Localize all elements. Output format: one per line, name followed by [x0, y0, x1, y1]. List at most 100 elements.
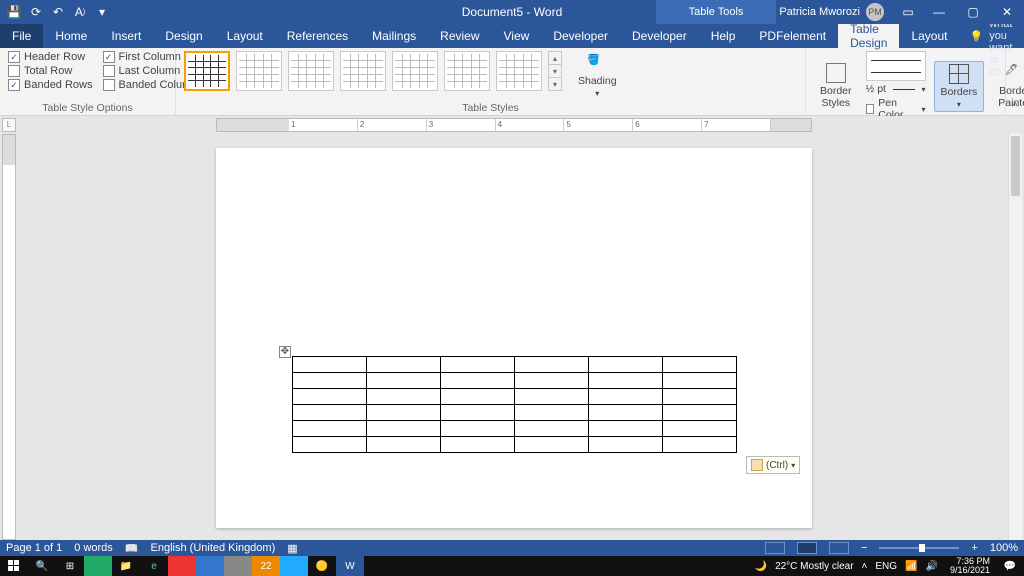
edge-icon[interactable]: e — [140, 556, 168, 576]
titlebar: 💾 ⟳ ↶ A) ▾ Document5 - Word Table Tools … — [0, 0, 1024, 24]
tray-chevron-icon[interactable]: ˄ — [862, 561, 868, 572]
spellcheck-icon[interactable]: 📖 — [125, 542, 139, 555]
document-table[interactable] — [292, 356, 737, 453]
system-tray[interactable]: 🌙 22°C Mostly clear ˄ ENG 📶 🔊 — [749, 561, 944, 572]
group-table-style-options: ✓Header Row Total Row ✓Banded Rows ✓Firs… — [0, 48, 176, 115]
document-page[interactable] — [216, 148, 812, 528]
user-account[interactable]: Patricia Mworozi PM — [779, 3, 884, 21]
view-read-mode[interactable] — [765, 542, 785, 554]
taskbar-app[interactable] — [84, 556, 112, 576]
qat-more-icon[interactable]: ▾ — [94, 4, 110, 20]
start-button[interactable] — [0, 556, 28, 576]
tab-mailings[interactable]: Mailings — [360, 24, 428, 48]
tray-lang[interactable]: ENG — [875, 561, 897, 572]
tab-table-design[interactable]: Table Design — [838, 24, 899, 48]
word-taskbar-icon[interactable]: W — [336, 556, 364, 576]
font-style-icon[interactable]: A) — [72, 4, 88, 20]
style-thumb-5[interactable] — [392, 51, 438, 91]
styles-gallery-more[interactable]: ▴▾▾ — [548, 51, 562, 91]
tab-pdfelement[interactable]: PDFelement — [747, 24, 838, 48]
vertical-ruler[interactable] — [2, 134, 16, 540]
style-thumb-3[interactable] — [288, 51, 334, 91]
context-tab-label: Table Tools — [656, 0, 776, 24]
zoom-in-icon[interactable]: + — [971, 542, 977, 554]
ribbon-display-icon[interactable]: ▭ — [894, 0, 922, 24]
zoom-slider[interactable] — [879, 547, 959, 549]
search-icon[interactable]: 🔍 — [28, 556, 56, 576]
close-icon[interactable]: ✕ — [990, 0, 1024, 24]
view-web-layout[interactable] — [829, 542, 849, 554]
weather-text: 22°C Mostly clear — [775, 561, 853, 572]
status-page[interactable]: Page 1 of 1 — [6, 542, 62, 554]
chk-total-row[interactable]: Total Row — [8, 65, 93, 77]
table-move-handle[interactable]: ✥ — [279, 346, 291, 358]
tab-developer[interactable]: Developer — [541, 24, 620, 48]
taskbar-app[interactable] — [280, 556, 308, 576]
notifications-icon[interactable]: 💬 — [996, 556, 1024, 576]
shading-button[interactable]: 🪣 Shading ▾ — [572, 51, 623, 100]
ribbon-tabs: File Home Insert Design Layout Reference… — [0, 24, 1024, 48]
tab-layout[interactable]: Layout — [215, 24, 275, 48]
taskbar-app[interactable] — [196, 556, 224, 576]
tab-home[interactable]: Home — [43, 24, 99, 48]
collapse-ribbon-icon[interactable]: ˄ — [1006, 48, 1024, 115]
lightbulb-icon: 💡 — [969, 30, 983, 43]
clock[interactable]: 7:36 PM 9/16/2021 — [944, 557, 996, 575]
tab-insert[interactable]: Insert — [99, 24, 153, 48]
tab-help[interactable]: Help — [699, 24, 748, 48]
style-thumb-2[interactable] — [236, 51, 282, 91]
line-style-dropdown[interactable] — [866, 51, 926, 81]
wifi-icon[interactable]: 📶 — [905, 561, 917, 572]
taskbar: 🔍 ⊞ 📁 e 22 🟡 W 🌙 22°C Mostly clear ˄ ENG… — [0, 556, 1024, 576]
clipboard-icon — [751, 459, 763, 471]
table-row — [293, 421, 737, 437]
sync-icon[interactable]: ⟳ — [28, 4, 44, 20]
view-print-layout[interactable] — [797, 542, 817, 554]
task-view-icon[interactable]: ⊞ — [56, 556, 84, 576]
table-row — [293, 389, 737, 405]
tab-references[interactable]: References — [275, 24, 360, 48]
chrome-icon[interactable]: 🟡 — [308, 556, 336, 576]
style-thumb-6[interactable] — [444, 51, 490, 91]
tab-view[interactable]: View — [492, 24, 542, 48]
save-icon[interactable]: 💾 — [6, 4, 22, 20]
horizontal-ruler[interactable]: 1 2 3 4 5 6 7 — [216, 118, 812, 132]
table-row — [293, 357, 737, 373]
macro-icon[interactable]: ▦ — [287, 542, 297, 555]
group-label-tso: Table Style Options — [8, 101, 167, 114]
chk-header-row[interactable]: ✓Header Row — [8, 51, 93, 63]
ribbon: ✓Header Row Total Row ✓Banded Rows ✓Firs… — [0, 48, 1024, 116]
tell-me-search[interactable]: 💡Tell me what you want to do — [959, 24, 1022, 48]
maximize-icon[interactable]: ▢ — [956, 0, 990, 24]
table-row — [293, 405, 737, 421]
undo-icon[interactable]: ↶ — [50, 4, 66, 20]
borders-button[interactable]: Borders ▾ — [934, 61, 985, 112]
style-thumb-7[interactable] — [496, 51, 542, 91]
taskbar-app[interactable] — [224, 556, 252, 576]
chk-banded-rows[interactable]: ✓Banded Rows — [8, 79, 93, 91]
paste-options-button[interactable]: (Ctrl) ▾ — [746, 456, 800, 474]
volume-icon[interactable]: 🔊 — [926, 561, 938, 572]
border-styles-icon — [826, 63, 846, 83]
status-words[interactable]: 0 words — [74, 542, 113, 554]
tab-table-layout[interactable]: Layout — [899, 24, 959, 48]
zoom-out-icon[interactable]: − — [861, 542, 867, 554]
tab-review[interactable]: Review — [428, 24, 491, 48]
vertical-scrollbar[interactable] — [1008, 134, 1022, 540]
pen-weight-dropdown[interactable]: ½ pt▾ — [866, 83, 926, 95]
scrollbar-thumb[interactable] — [1011, 136, 1020, 196]
tab-selector[interactable]: L — [2, 118, 16, 132]
table-styles-gallery[interactable]: ▴▾▾ — [184, 51, 562, 91]
taskbar-app[interactable]: 22 — [252, 556, 280, 576]
file-explorer-icon[interactable]: 📁 — [112, 556, 140, 576]
tab-file[interactable]: File — [0, 24, 43, 48]
tab-developer-2[interactable]: Developer — [620, 24, 699, 48]
zoom-level[interactable]: 100% — [990, 542, 1018, 554]
border-styles-button[interactable]: Border Styles — [814, 61, 858, 111]
taskbar-app[interactable] — [168, 556, 196, 576]
status-language[interactable]: English (United Kingdom) — [151, 542, 276, 554]
style-thumb-1[interactable] — [184, 51, 230, 91]
style-thumb-4[interactable] — [340, 51, 386, 91]
tab-design[interactable]: Design — [153, 24, 214, 48]
minimize-icon[interactable]: — — [922, 0, 956, 24]
